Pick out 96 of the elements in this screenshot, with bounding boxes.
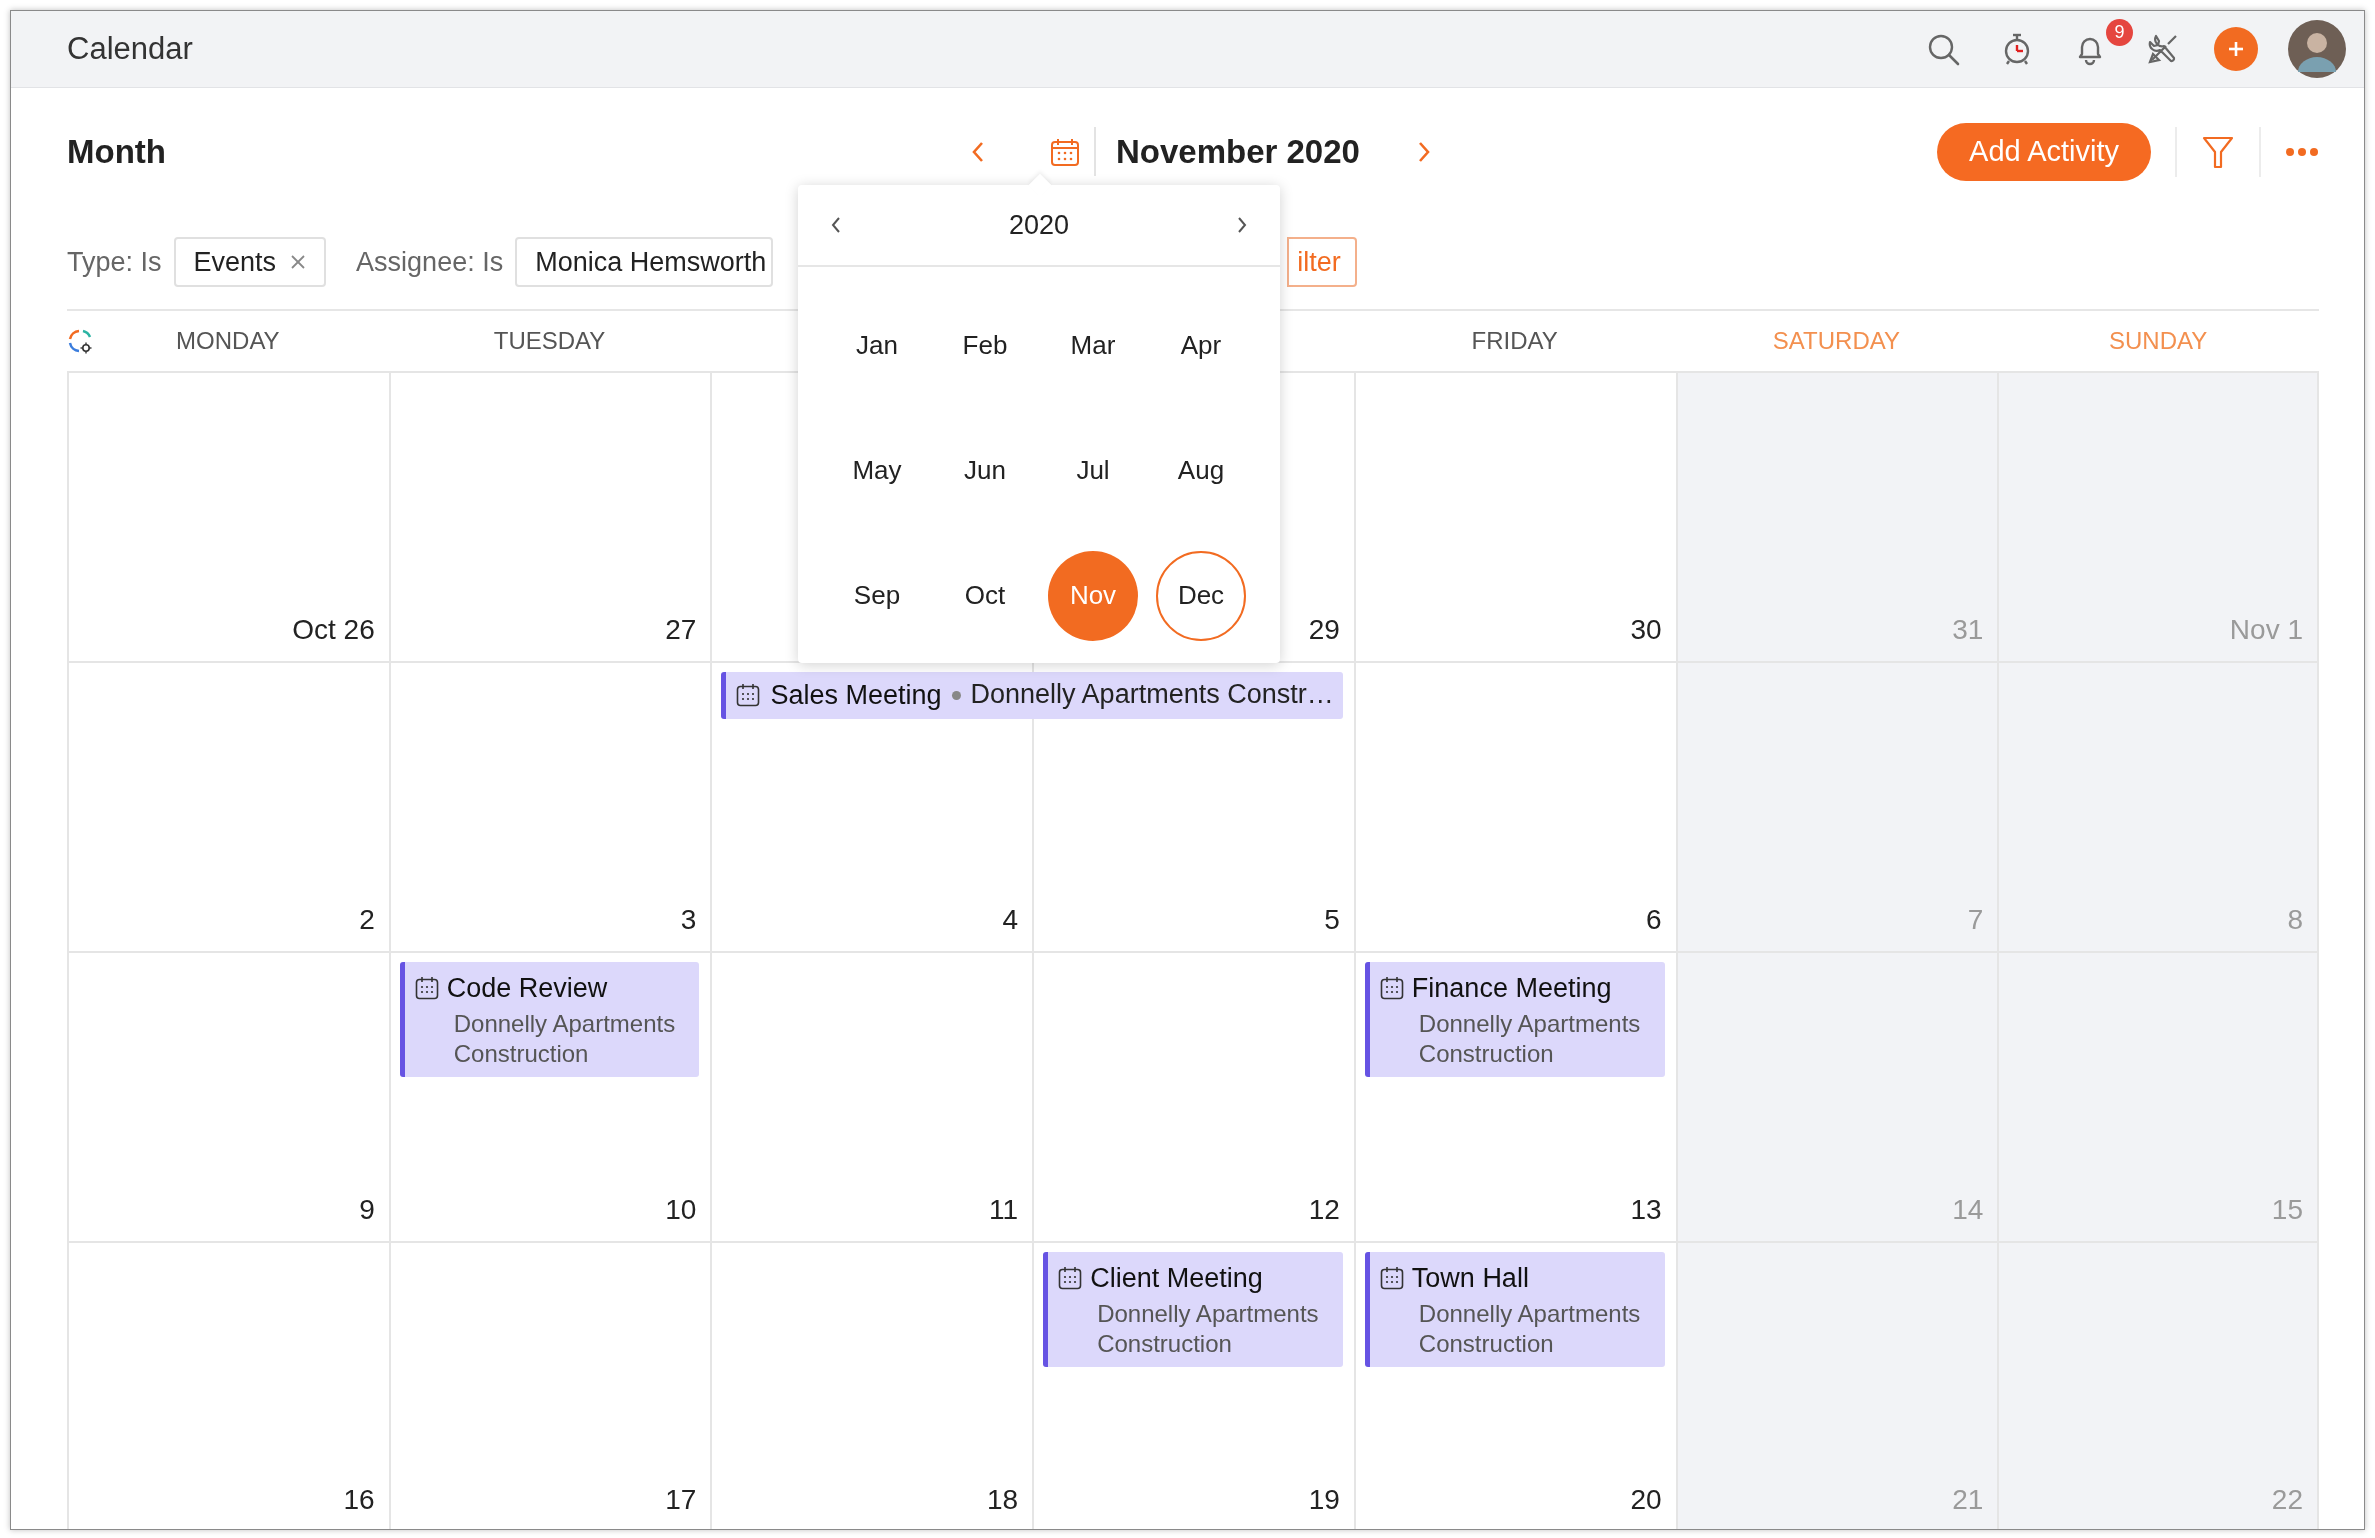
weekday-label: TUESDAY xyxy=(493,327,606,354)
event-title: Finance Meeting xyxy=(1411,972,1612,1005)
date-label: 5 xyxy=(1324,903,1340,937)
event-title: Sales Meeting xyxy=(770,679,942,712)
day-cell[interactable]: Oct 26 xyxy=(67,371,389,661)
close-icon[interactable] xyxy=(290,254,307,270)
date-label: 31 xyxy=(1952,613,1984,647)
filter-label: Type: Is xyxy=(67,245,162,279)
day-cell[interactable]: 11 xyxy=(710,951,1033,1241)
event-title: Code Review xyxy=(446,972,608,1005)
add-button[interactable] xyxy=(2213,27,2258,71)
event-subtitle: Donnelly Apartments Construction xyxy=(452,1008,677,1069)
event-card[interactable]: Finance Meeting Donnelly Apartments Construction xyxy=(1364,962,1665,1077)
month-button[interactable]: Feb xyxy=(940,300,1030,391)
filter-chip[interactable]: Monica Hemsworth xyxy=(515,237,774,287)
filter-value: Events xyxy=(193,245,277,279)
month-button[interactable]: Jun xyxy=(940,425,1030,516)
event-subtitle: Donnelly Apartments Construction xyxy=(1417,1008,1642,1069)
date-label: 11 xyxy=(989,1193,1019,1227)
day-cell[interactable]: 12 xyxy=(1032,951,1354,1241)
filter-chip[interactable]: Events xyxy=(173,237,327,287)
notification-badge: 9 xyxy=(2106,19,2133,46)
more-icon[interactable] xyxy=(2285,146,2319,157)
calendar-icon xyxy=(1379,976,1404,1001)
avatar[interactable] xyxy=(2288,20,2346,78)
filter-label: Assignee: Is xyxy=(356,245,504,279)
calendar-icon xyxy=(1379,1266,1404,1291)
date-label: 29 xyxy=(1308,613,1340,647)
date-label: 15 xyxy=(2271,1193,2303,1227)
date-label: 17 xyxy=(665,1483,697,1517)
date-label: 19 xyxy=(1308,1483,1340,1517)
month-button[interactable]: Sep xyxy=(832,550,922,641)
chevron-left-icon xyxy=(830,216,842,234)
day-cell[interactable]: 6 xyxy=(1353,661,1676,951)
event-title: Client Meeting xyxy=(1090,1262,1263,1295)
date-label: 21 xyxy=(1952,1483,1984,1517)
date-label: 22 xyxy=(2271,1483,2303,1517)
period-title: November 2020 xyxy=(1093,126,1360,177)
date-label: 9 xyxy=(359,1193,375,1227)
event-card[interactable]: Client Meeting Donnelly Apartments Construction xyxy=(1043,1252,1343,1367)
date-label: 4 xyxy=(1002,903,1019,937)
date-label: 13 xyxy=(1630,1193,1662,1227)
month-button[interactable]: Oct xyxy=(940,550,1030,641)
date-label: 7 xyxy=(1967,903,1984,937)
window-title: Calendar xyxy=(67,29,193,68)
calendar-settings-icon[interactable] xyxy=(67,328,93,354)
event-subtitle: Donnelly Apartments Construction xyxy=(1417,1298,1642,1359)
day-cell[interactable]: 18 xyxy=(710,1241,1033,1529)
chevron-right-icon xyxy=(1236,216,1248,234)
month-button[interactable]: Jan xyxy=(832,300,922,391)
date-label: 8 xyxy=(2287,903,2303,937)
date-label: 3 xyxy=(680,903,697,937)
day-cell[interactable]: 9 xyxy=(67,951,389,1241)
date-label: 14 xyxy=(1952,1193,1984,1227)
calendar-icon xyxy=(1058,1266,1083,1291)
month-button[interactable]: Jul xyxy=(1048,425,1138,516)
date-label: 27 xyxy=(665,613,697,647)
month-button[interactable]: Dec xyxy=(1156,550,1246,641)
event-card[interactable]: Code Review Donnelly Apartments Construction xyxy=(399,962,700,1077)
filter-value: Monica Hemsworth xyxy=(535,245,767,279)
date-label: 10 xyxy=(665,1193,697,1227)
event-subtitle: Donnelly Apartments Construction xyxy=(1096,1298,1320,1359)
day-cell[interactable]: 17 xyxy=(388,1241,711,1529)
weekday-label: SATURDAY xyxy=(1772,327,1900,354)
day-cell[interactable]: 3 xyxy=(388,661,711,951)
date-label: 12 xyxy=(1308,1193,1340,1227)
date-label: 20 xyxy=(1630,1483,1662,1517)
date-label: Nov 1 xyxy=(2229,613,2303,647)
separator-dot xyxy=(951,690,961,700)
day-cell[interactable]: 2 xyxy=(67,661,389,951)
date-label: 30 xyxy=(1630,613,1662,647)
date-label: 6 xyxy=(1646,903,1662,937)
date-label: Oct 26 xyxy=(292,613,375,647)
date-label: 2 xyxy=(359,903,375,937)
month-button[interactable]: Aug xyxy=(1156,425,1246,516)
calendar-icon xyxy=(414,976,439,1001)
event-title: Town Hall xyxy=(1411,1262,1529,1295)
calendar-icon xyxy=(736,683,761,708)
weekday-label: MONDAY xyxy=(176,327,280,354)
view-title: Month xyxy=(67,131,166,172)
weekday-label: SUNDAY xyxy=(2109,327,2208,354)
date-label: 18 xyxy=(987,1483,1019,1517)
date-label: 16 xyxy=(343,1483,375,1517)
event-card[interactable]: Town Hall Donnelly Apartments Construction xyxy=(1364,1252,1665,1367)
day-cell[interactable]: 30 xyxy=(1353,371,1676,661)
day-cell[interactable]: 27 xyxy=(388,371,711,661)
month-button[interactable]: Apr xyxy=(1156,300,1246,391)
day-cell[interactable]: 16 xyxy=(67,1241,389,1529)
weekday-label: FRIDAY xyxy=(1471,327,1558,354)
month-button[interactable]: May xyxy=(832,425,922,516)
year-label: 2020 xyxy=(1008,208,1070,242)
search-icon[interactable] xyxy=(1927,32,1960,66)
plus-icon xyxy=(2226,40,2245,58)
calendar-icon[interactable] xyxy=(1049,136,1080,167)
month-button[interactable]: Mar xyxy=(1048,300,1138,391)
event-card[interactable]: Sales Meeting Donnelly Apartments Constr… xyxy=(721,672,1343,719)
